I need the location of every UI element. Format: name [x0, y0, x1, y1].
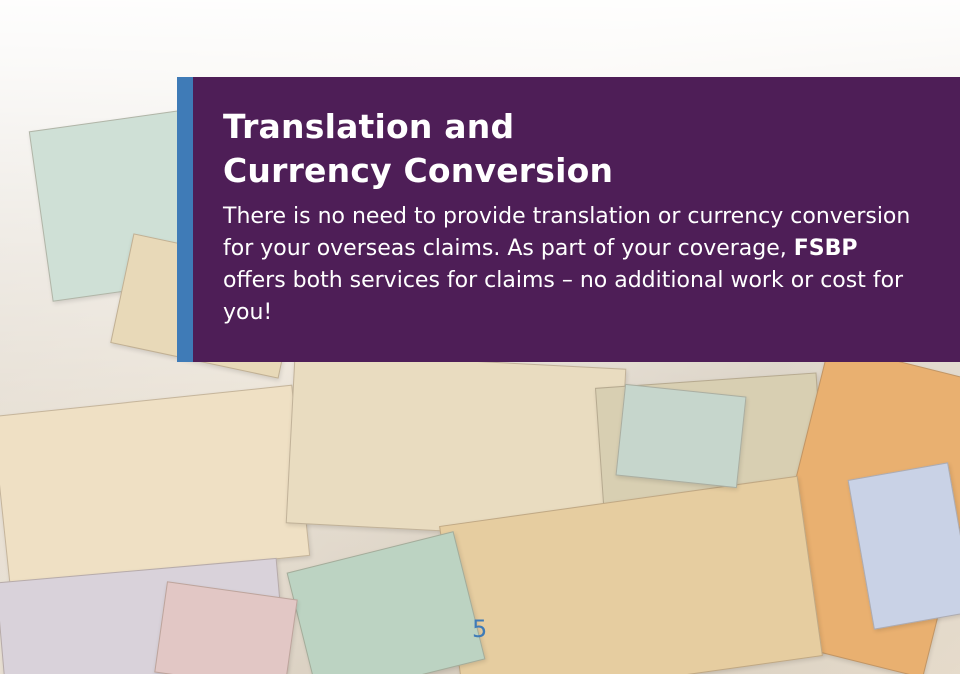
banknote-graphic	[0, 384, 311, 588]
body-paragraph: There is no need to provide translation …	[223, 201, 913, 329]
fsbp-emphasis: FSBP	[793, 236, 858, 261]
body-text-end: offers both services for claims – no add…	[223, 268, 904, 325]
accent-bar	[177, 77, 193, 362]
section-heading: Translation and Currency Conversion	[223, 105, 613, 193]
banknote-graphic	[615, 383, 747, 489]
page-number: 5	[472, 615, 488, 643]
info-panel: Translation and Currency Conversion Ther…	[177, 77, 960, 362]
banknote-graphic	[286, 531, 486, 674]
heading-line-2: Currency Conversion	[223, 151, 614, 190]
heading-line-1: Translation and	[223, 107, 515, 146]
